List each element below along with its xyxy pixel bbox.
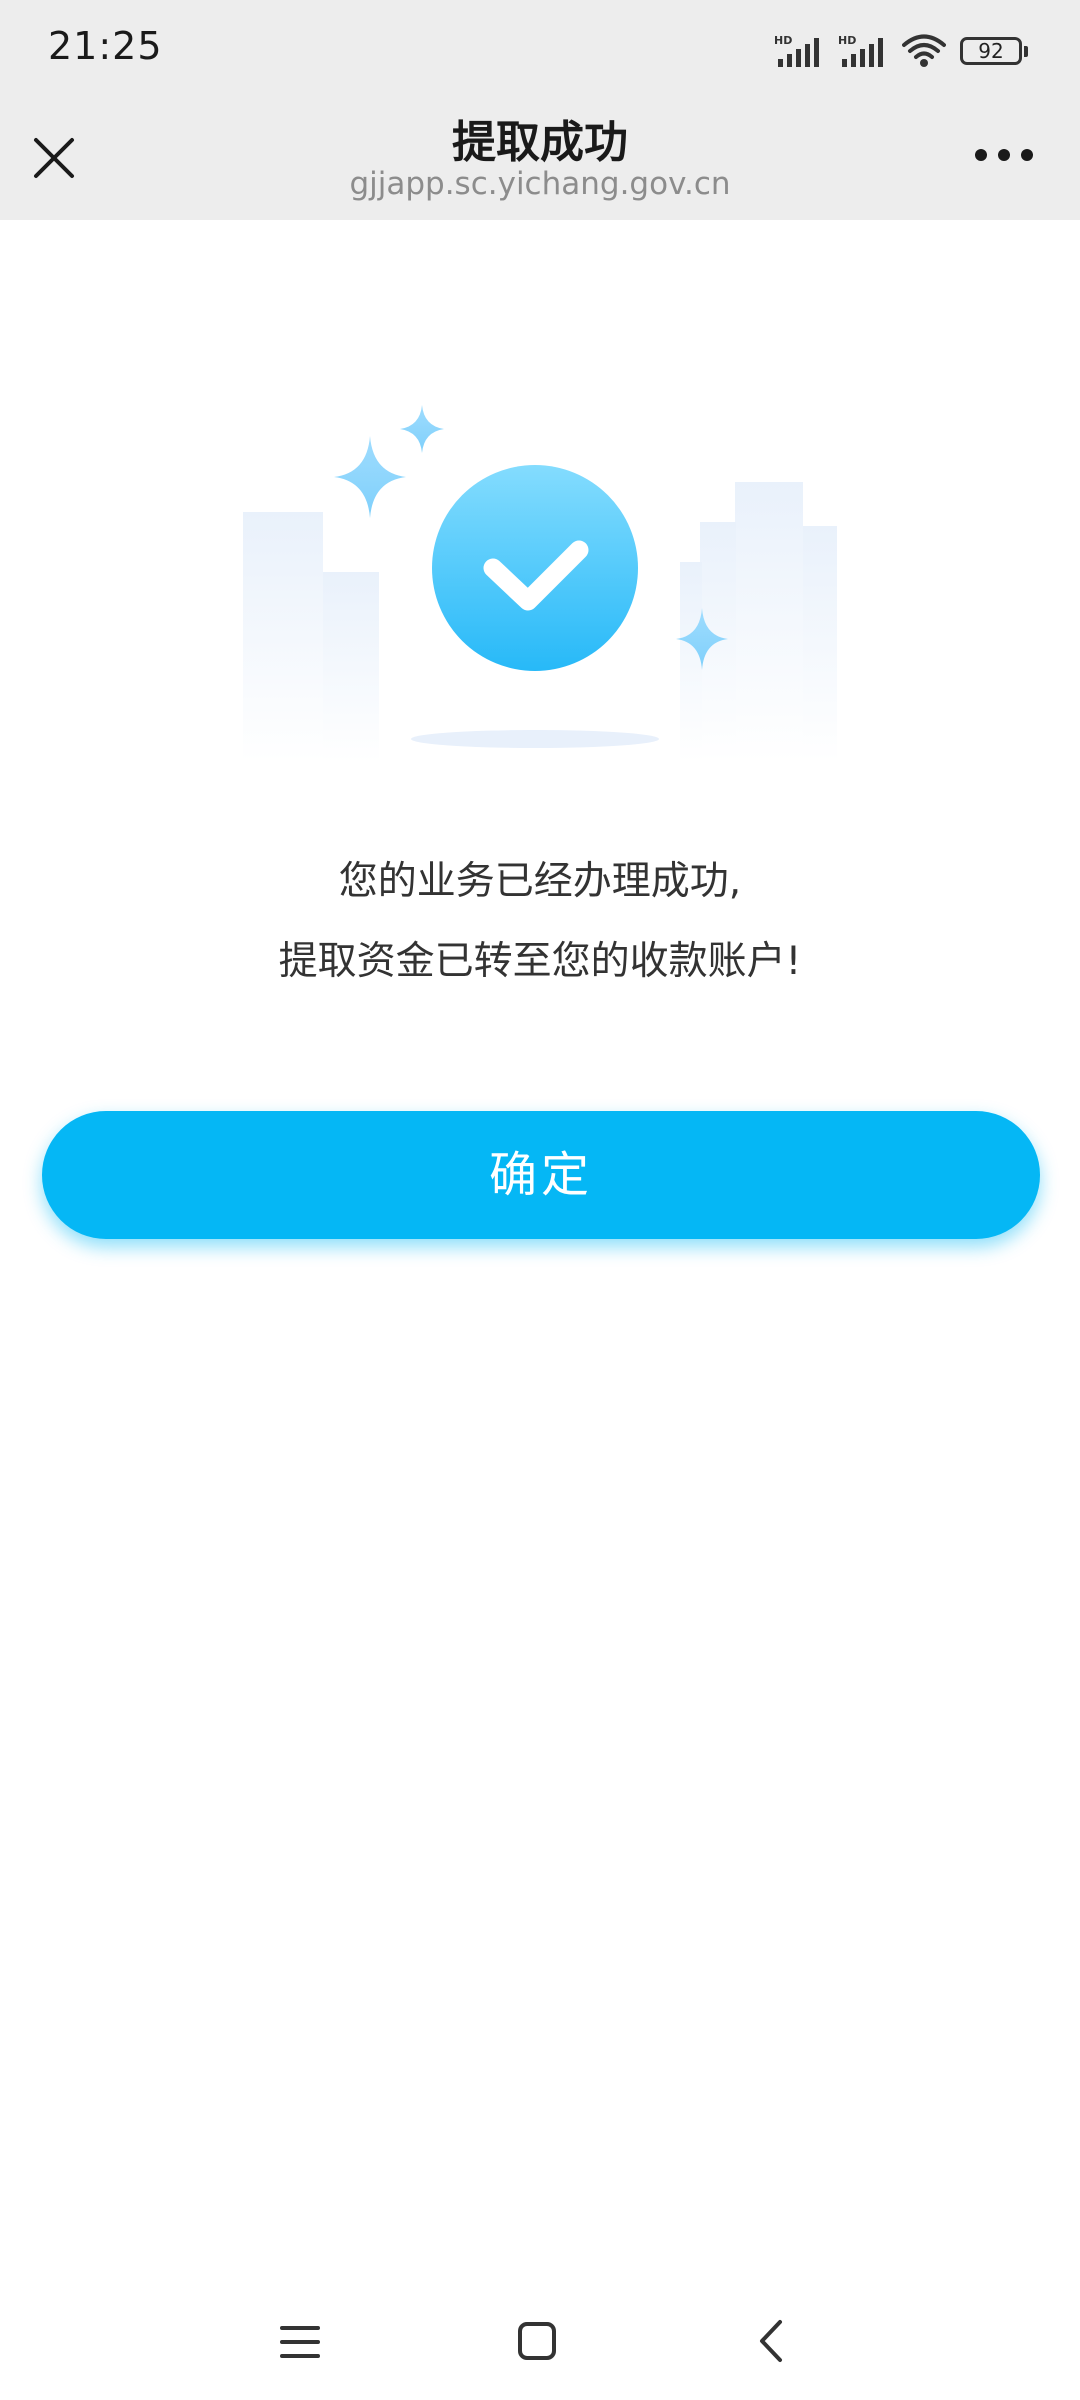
status-bar: 21:25 HD HD 92 (0, 0, 1080, 100)
wifi-icon (902, 34, 946, 67)
ground-shadow (411, 730, 659, 748)
page-url: gjjapp.sc.yichang.gov.cn (349, 166, 731, 202)
message-line-1: 您的业务已经办理成功, (338, 859, 742, 904)
sparkle-icon (334, 436, 406, 518)
back-icon[interactable] (742, 2312, 802, 2372)
svg-text:HD: HD (774, 34, 792, 47)
success-message: 您的业务已经办理成功, 提取资金已转至您的收款账户! (0, 842, 1080, 1002)
more-icon[interactable] (974, 148, 1034, 162)
home-icon[interactable] (506, 2312, 566, 2372)
system-nav-bar (0, 2300, 1080, 2400)
nav-bar: 提取成功 gjjapp.sc.yichang.gov.cn (0, 100, 1080, 220)
sparkle-icon (400, 405, 444, 453)
success-check-icon (432, 465, 638, 671)
confirm-button[interactable]: 确定 (42, 1111, 1040, 1239)
page-title: 提取成功 (452, 117, 628, 168)
svg-text:HD: HD (838, 34, 856, 47)
success-illustration (243, 405, 837, 762)
battery-icon: 92 (960, 37, 1028, 65)
status-icons: HD HD 92 (774, 30, 1028, 72)
hd-signal-icon: HD (774, 34, 819, 67)
building-left (243, 512, 379, 762)
hd-signal-icon: HD (838, 34, 883, 67)
menu-icon[interactable] (270, 2312, 330, 2372)
status-time: 21:25 (48, 24, 163, 68)
message-line-2: 提取资金已转至您的收款账户! (278, 939, 802, 984)
